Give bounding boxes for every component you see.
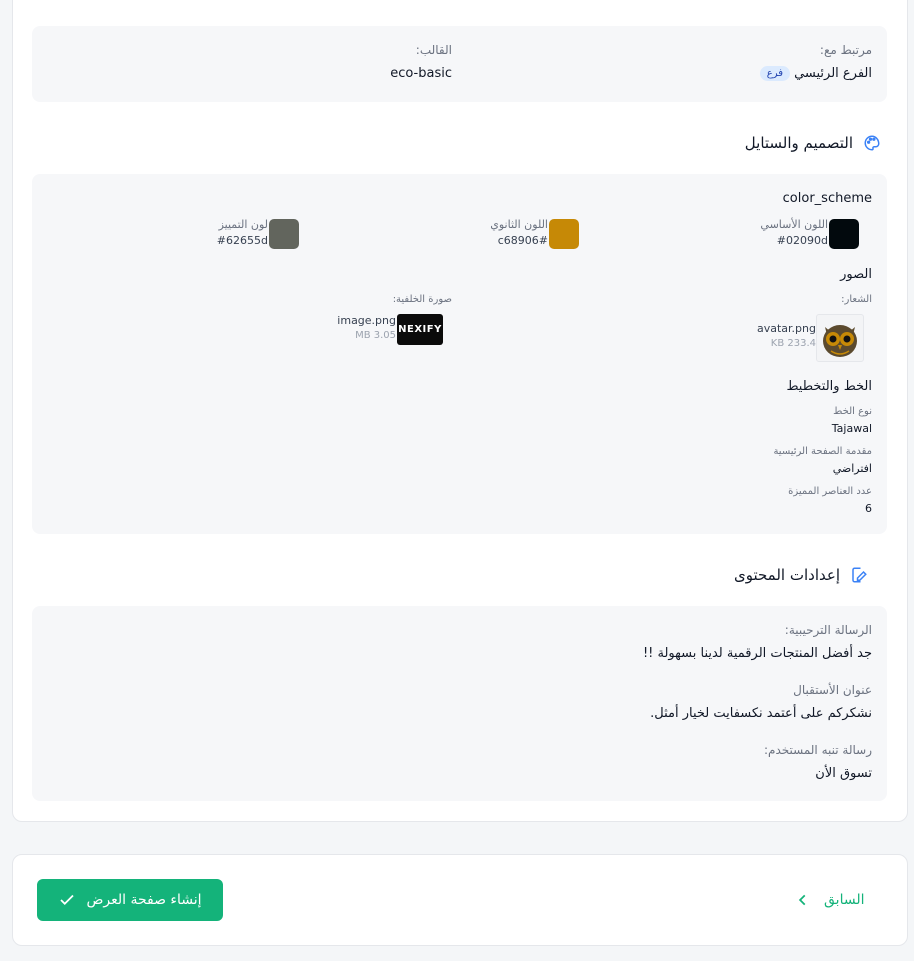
content-panel [32, 606, 887, 801]
content-section-header: إعدادات المحتوى [734, 566, 868, 584]
linked-with-label: مرتبط مع: [819, 43, 872, 57]
background-filename: image.png [337, 314, 396, 327]
background-size: MB 3.05 [355, 330, 396, 341]
chevron-left-icon [796, 893, 810, 907]
accent-color-label: لون التمييز [218, 218, 268, 231]
palette-icon [863, 134, 881, 152]
branch-badge: فرع [759, 66, 791, 81]
logo-thumbnail[interactable] [816, 314, 864, 362]
font-type-value: Tajawal [831, 422, 872, 435]
linkage-panel [32, 26, 887, 102]
logo-filename: avatar.png [757, 322, 816, 335]
images-label: الصور [840, 267, 872, 282]
branch-name: الفرع الرئيسي [794, 66, 872, 81]
font-type-label: نوع الخط [833, 406, 872, 417]
previous-section-header: ... ... [854, 0, 878, 3]
color-scheme-label: color_scheme [782, 191, 872, 206]
homepage-intro-value: افتراضي [832, 462, 872, 475]
welcome-message-label: الرسالة الترحيبية: [784, 623, 872, 637]
typography-label: الخط والتخطيط [786, 379, 872, 394]
welcome-message-value: جد أفضل المنتجات الرقمية لدينا بسهولة !! [642, 646, 872, 661]
branch-value: الفرع الرئيسي فرع [759, 66, 872, 81]
primary-color-swatch [829, 219, 859, 249]
create-offer-page-label: إنشاء صفحة العرض [86, 892, 202, 908]
create-offer-page-button[interactable]: إنشاء صفحة العرض [37, 879, 223, 921]
featured-count-label: عدد العناصر المميزة [788, 486, 872, 497]
reception-title-label: عنوان الأستقبال [793, 683, 872, 697]
homepage-intro-label: مقدمة الصفحة الرئيسية [773, 446, 872, 457]
logo-label: الشعار: [841, 294, 872, 305]
user-alert-value: تسوق الأن [815, 766, 872, 781]
accent-color-value: #62655d [216, 234, 268, 247]
accent-color-swatch [269, 219, 299, 249]
background-thumbnail[interactable]: NEXIFY [397, 314, 443, 345]
user-alert-label: رسالة تنبه المستخدم: [763, 743, 872, 757]
design-section-header: التصميم والستايل [745, 134, 881, 152]
secondary-color-label: اللون الثانوي [490, 218, 548, 231]
primary-color-label: اللون الأساسي [760, 218, 828, 231]
checkmark-icon [58, 891, 76, 909]
owl-logo-icon [823, 325, 857, 357]
content-section-title: إعدادات المحتوى [733, 566, 840, 584]
template-value: eco-basic [390, 66, 452, 81]
background-thumb-text: NEXIFY [398, 324, 442, 335]
previous-button[interactable]: السابق [796, 886, 864, 914]
edit-icon [850, 566, 868, 584]
featured-count-value: 6 [865, 502, 872, 515]
background-image-label: صورة الخلفية: [392, 294, 452, 305]
previous-label: السابق [824, 892, 865, 908]
reception-title-value: نشكركم على أعتمد نكسفايت لخيار أمثل. [650, 706, 872, 721]
design-panel [32, 174, 887, 534]
design-section-title: التصميم والستايل [744, 134, 853, 152]
logo-size: KB 233.4 [770, 338, 816, 349]
primary-color-value: #02090d [776, 234, 828, 247]
secondary-color-swatch [549, 219, 579, 249]
secondary-color-value: c68906# [497, 234, 548, 247]
template-label: القالب: [415, 43, 452, 57]
